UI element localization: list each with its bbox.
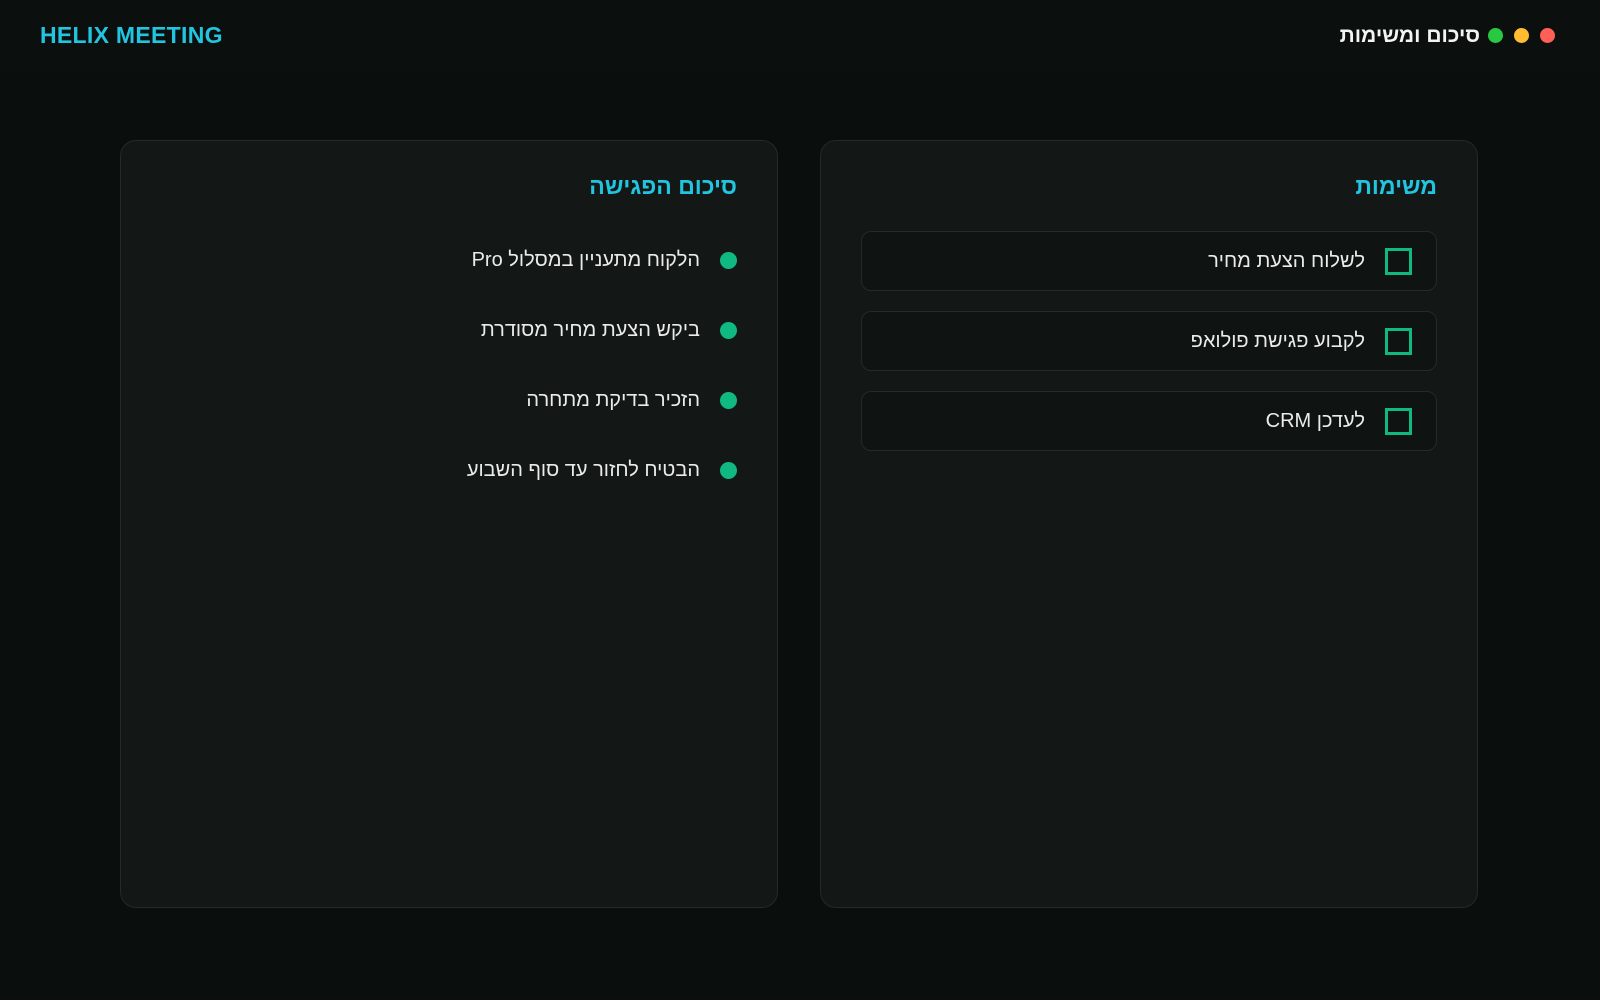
minimize-window-button[interactable] — [1514, 28, 1529, 43]
task-label: לשלוח הצעת מחיר — [1208, 249, 1365, 272]
close-window-button[interactable] — [1540, 28, 1555, 43]
bullet-icon — [720, 321, 737, 339]
summary-item: הלקוח מתעניין במסלול Pro — [177, 225, 737, 295]
task-item[interactable]: לקבוע פגישת פולואפ — [861, 311, 1437, 371]
summary-item-text: הלקוח מתעניין במסלול Pro — [471, 248, 700, 271]
bullet-icon — [720, 251, 737, 269]
maximize-window-button[interactable] — [1488, 28, 1503, 43]
top-bar: HELIX MEETING סיכום ומשימות — [0, 0, 1600, 72]
task-list: לשלוח הצעת מחיר לקבוע פגישת פולואפ לעדכן… — [861, 231, 1437, 471]
task-checkbox[interactable] — [1385, 247, 1412, 275]
task-checkbox[interactable] — [1385, 407, 1412, 435]
task-item[interactable]: לשלוח הצעת מחיר — [861, 231, 1437, 291]
summary-item-text: הבטיח לחזור עד סוף השבוע — [466, 458, 700, 481]
summary-item: הזכיר בדיקת מתחרה — [177, 365, 737, 435]
task-label: לעדכן CRM — [1265, 409, 1365, 432]
bullet-icon — [720, 461, 737, 479]
summary-item-text: הזכיר בדיקת מתחרה — [526, 388, 700, 411]
summary-item-text: ביקש הצעת מחיר מסודרת — [480, 318, 700, 341]
tasks-panel: משימות לשלוח הצעת מחיר לקבוע פגישת פולוא… — [820, 140, 1478, 908]
meeting-summary-panel: סיכום הפגישה הלקוח מתעניין במסלול Pro בי… — [120, 140, 778, 908]
summary-list: הלקוח מתעניין במסלול Pro ביקש הצעת מחיר … — [177, 225, 737, 505]
bullet-icon — [720, 391, 737, 409]
tasks-title: משימות — [1355, 173, 1437, 199]
summary-title: סיכום הפגישה — [589, 173, 737, 199]
window-title: סיכום ומשימות — [1339, 24, 1480, 47]
task-checkbox[interactable] — [1385, 327, 1412, 355]
task-item[interactable]: לעדכן CRM — [861, 391, 1437, 451]
summary-item: הבטיח לחזור עד סוף השבוע — [177, 435, 737, 505]
task-label: לקבוע פגישת פולואפ — [1190, 329, 1365, 352]
summary-item: ביקש הצעת מחיר מסודרת — [177, 295, 737, 365]
app-brand: HELIX MEETING — [40, 22, 223, 48]
